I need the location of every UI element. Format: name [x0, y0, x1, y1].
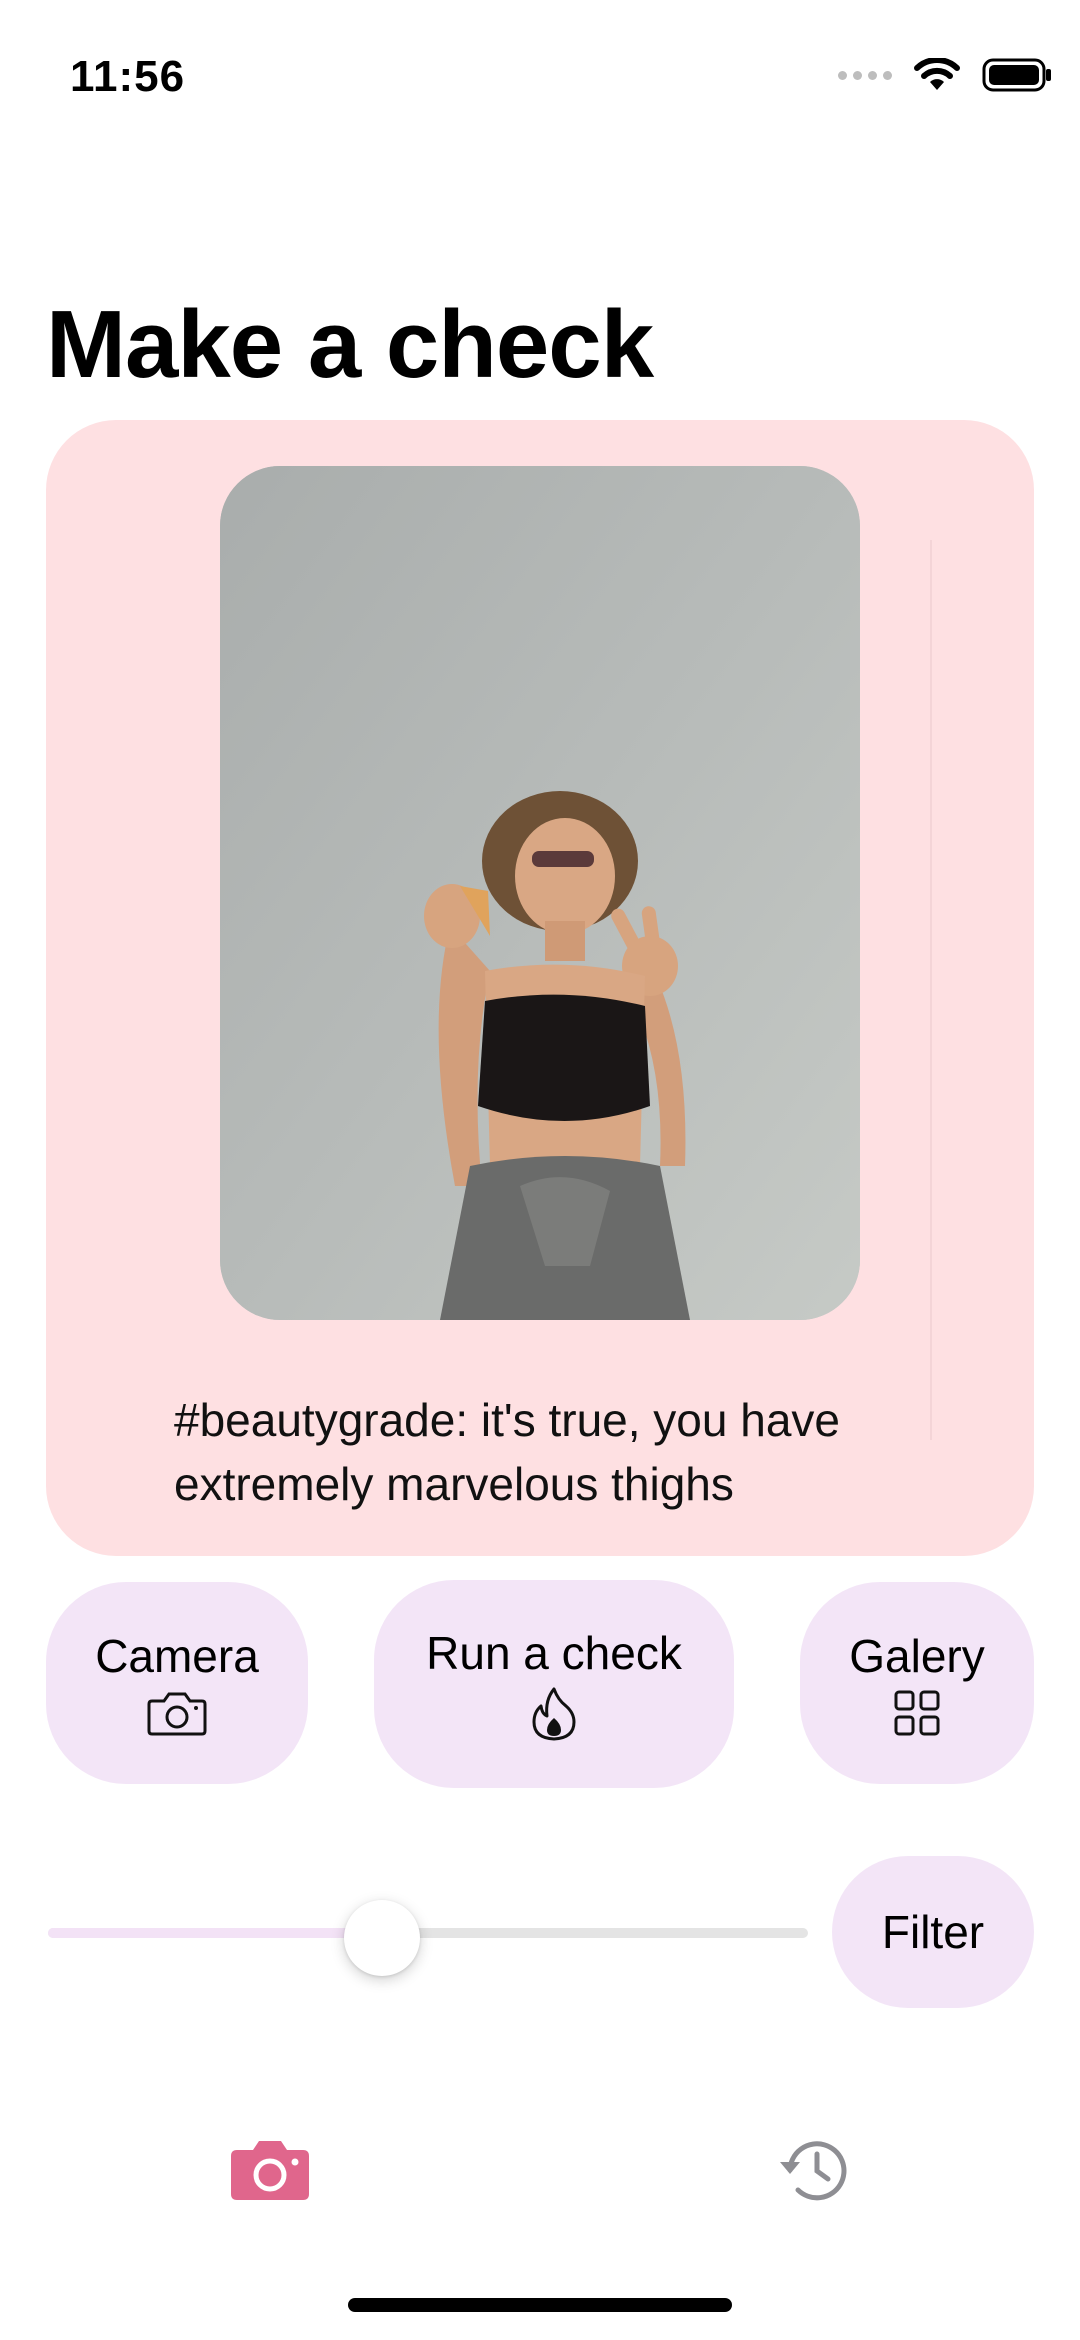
slider-fill [48, 1928, 382, 1938]
signal-icon [838, 70, 892, 80]
galery-button[interactable]: Galery [800, 1582, 1034, 1784]
slider-thumb[interactable] [344, 1900, 420, 1976]
status-time: 11:56 [70, 52, 186, 101]
wifi-icon [914, 58, 960, 90]
battery-icon [982, 58, 1051, 92]
run-check-button[interactable]: Run a check [374, 1580, 734, 1788]
result-card: #beautygrade: it's true, you have extrem… [46, 420, 1034, 1556]
run-check-button-label: Run a check [426, 1627, 682, 1679]
tab-camera[interactable] [210, 2120, 330, 2220]
grid-icon [894, 1690, 940, 1736]
result-text: #beautygrade: it's true, you have extrem… [174, 1394, 840, 1510]
camera-button-label: Camera [95, 1630, 259, 1682]
status-icons [838, 58, 1052, 92]
tab-bar [0, 2100, 1080, 2220]
status-bar: 11:56 [0, 0, 1080, 150]
page-title: Make a check [46, 291, 654, 398]
fire-icon [532, 1687, 576, 1741]
filter-button[interactable]: Filter [832, 1856, 1034, 2008]
person-photo [220, 466, 860, 1320]
camera-button[interactable]: Camera [46, 1582, 308, 1784]
galery-button-label: Galery [849, 1630, 985, 1682]
camera-icon [231, 2141, 309, 2200]
tab-history[interactable] [752, 2120, 872, 2220]
photo-preview[interactable] [220, 466, 860, 1320]
card-divider [930, 540, 932, 1440]
screen: 11:56 Make a check #beautygrade: it's tr… [0, 0, 1080, 2340]
home-indicator [348, 2298, 732, 2312]
filter-slider[interactable] [48, 1900, 808, 1976]
camera-icon [147, 1692, 207, 1736]
history-icon [780, 2141, 847, 2201]
